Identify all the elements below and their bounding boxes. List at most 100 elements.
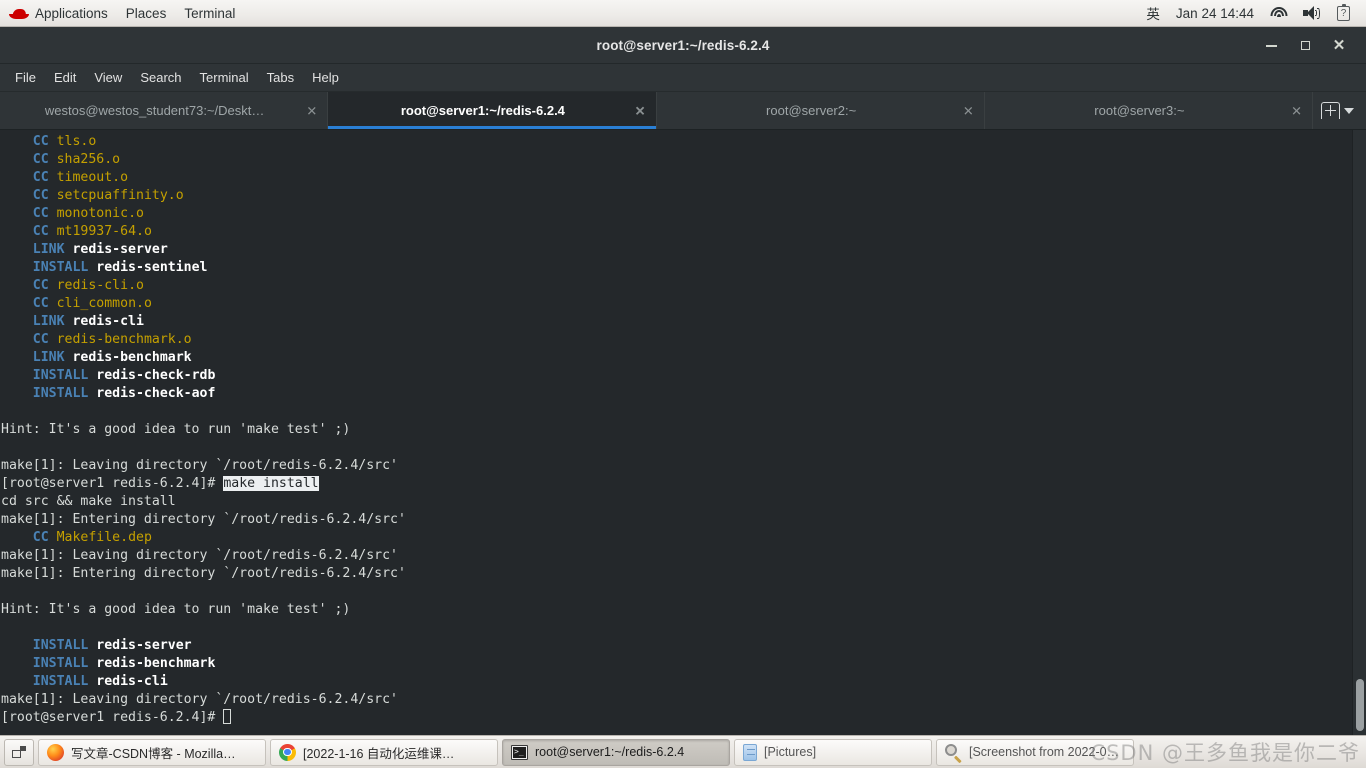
files-icon [743, 743, 757, 761]
places-menu[interactable]: Places [117, 0, 176, 27]
tab-server2[interactable]: root@server2:~ ✕ [657, 92, 985, 129]
taskbar-item-label: [Screenshot from 2022-01… [969, 745, 1125, 759]
terminal-text: LINK [32, 314, 65, 329]
terminal-line: CC mt19937-64.o [0, 223, 1352, 241]
terminal-text: CC [32, 134, 49, 149]
terminal-line: CC Makefile.dep [0, 529, 1352, 547]
taskbar-item-firefox[interactable]: 写文章-CSDN博客 - Mozilla… [38, 738, 266, 766]
scrollbar-thumb[interactable] [1356, 679, 1364, 731]
maximize-button[interactable] [1288, 27, 1322, 64]
taskbar-item-label: 写文章-CSDN博客 - Mozilla… [71, 746, 236, 761]
clock[interactable]: Jan 24 14:44 [1168, 0, 1262, 27]
menu-file[interactable]: File [6, 66, 45, 90]
menu-tabs[interactable]: Tabs [258, 66, 303, 90]
chevron-down-icon[interactable] [1344, 107, 1354, 114]
taskbar-item-label: [2022-1-16 自动化运维课… [303, 746, 455, 761]
taskbar-item-label: [Pictures] [764, 745, 817, 759]
places-menu-label: Places [125, 5, 167, 21]
taskbar-item-chrome[interactable]: [2022-1-16 自动化运维课… [270, 738, 498, 766]
terminal-scrollbar[interactable] [1352, 130, 1366, 735]
terminal-line: CC timeout.o [0, 169, 1352, 187]
tab-close-icon[interactable]: ✕ [1291, 104, 1302, 117]
close-button[interactable]: ✕ [1322, 27, 1356, 64]
applications-menu[interactable]: Applications [0, 0, 117, 27]
terminal-line: INSTALL redis-check-rdb [0, 367, 1352, 385]
tab-close-icon[interactable]: ✕ [963, 104, 974, 117]
terminal-text: INSTALL [32, 674, 89, 689]
input-method-indicator[interactable]: 英 [1138, 0, 1168, 27]
terminal-text: CC [32, 278, 49, 293]
terminal-line: CC sha256.o [0, 151, 1352, 169]
terminal-text: timeout.o [56, 170, 129, 185]
terminal-text: redis-cli.o [56, 278, 144, 293]
terminal-text: monotonic.o [56, 206, 144, 221]
terminal-text: redis-cli [72, 314, 144, 329]
terminal-text: make[1]: Leaving directory `/root/redis-… [1, 458, 398, 473]
gnome-top-panel: Applications Places Terminal 英 Jan 24 14… [0, 0, 1366, 27]
menu-terminal[interactable]: Terminal [191, 66, 258, 90]
terminal-output[interactable]: CC tls.o CC sha256.o CC timeout.o CC set… [0, 130, 1352, 735]
tab-close-icon[interactable]: ✕ [635, 104, 646, 117]
redhat-logo-icon [9, 6, 29, 20]
terminal-text: redis-server [72, 242, 168, 257]
tab-server1-redis[interactable]: root@server1:~/redis-6.2.4 ✕ [328, 92, 657, 129]
window-list-icon [12, 746, 26, 758]
terminal-text: make[1]: Leaving directory `/root/redis-… [1, 548, 398, 563]
battery-unknown-icon[interactable]: ? [1329, 0, 1358, 27]
maximize-icon [1300, 41, 1310, 50]
window-list-button[interactable] [4, 738, 34, 766]
menu-help-label: Help [312, 69, 339, 85]
terminal-text: redis-benchmark.o [56, 332, 192, 347]
menu-search[interactable]: Search [131, 66, 190, 90]
volume-icon[interactable] [1295, 0, 1329, 27]
menu-view[interactable]: View [85, 66, 131, 90]
minimize-button[interactable] [1254, 27, 1288, 64]
terminal-text: redis-benchmark [96, 656, 216, 671]
clock-label: Jan 24 14:44 [1175, 5, 1254, 21]
terminal-body[interactable]: CC tls.o CC sha256.o CC timeout.o CC set… [0, 130, 1366, 735]
new-tab-icon[interactable] [1321, 102, 1340, 119]
wifi-icon[interactable] [1262, 0, 1295, 27]
taskbar-item-screenshot[interactable]: [Screenshot from 2022-01… [936, 738, 1134, 766]
terminal-line: INSTALL redis-cli [0, 673, 1352, 691]
terminal-app-menu-label: Terminal [184, 5, 236, 21]
taskbar-item-terminal[interactable]: root@server1:~/redis-6.2.4 [502, 738, 730, 766]
terminal-text: cli_common.o [56, 296, 152, 311]
input-method-label: 英 [1146, 7, 1160, 22]
tab-westos[interactable]: westos@westos_student73:~/Deskt… ✕ [0, 92, 329, 129]
menu-edit[interactable]: Edit [45, 66, 85, 90]
tab-server3[interactable]: root@server3:~ ✕ [985, 92, 1313, 129]
terminal-line: INSTALL redis-benchmark [0, 655, 1352, 673]
terminal-text: make[1]: Entering directory `/root/redis… [1, 566, 406, 581]
tab-tools [1313, 92, 1366, 129]
system-tray: 英 Jan 24 14:44 ? [1138, 0, 1366, 27]
menu-edit-label: Edit [53, 69, 77, 85]
terminal-line: [root@server1 redis-6.2.4]# [0, 709, 1352, 727]
window-controls: ✕ [1254, 27, 1356, 64]
tab-close-icon[interactable]: ✕ [306, 104, 317, 117]
menu-search-label: Search [140, 69, 182, 85]
terminal-text: mt19937-64.o [56, 224, 152, 239]
taskbar-item-pictures[interactable]: [Pictures] [734, 738, 932, 766]
menu-help[interactable]: Help [303, 66, 348, 90]
terminal-app-menu[interactable]: Terminal [175, 0, 244, 27]
terminal-text: redis-server [96, 638, 192, 653]
